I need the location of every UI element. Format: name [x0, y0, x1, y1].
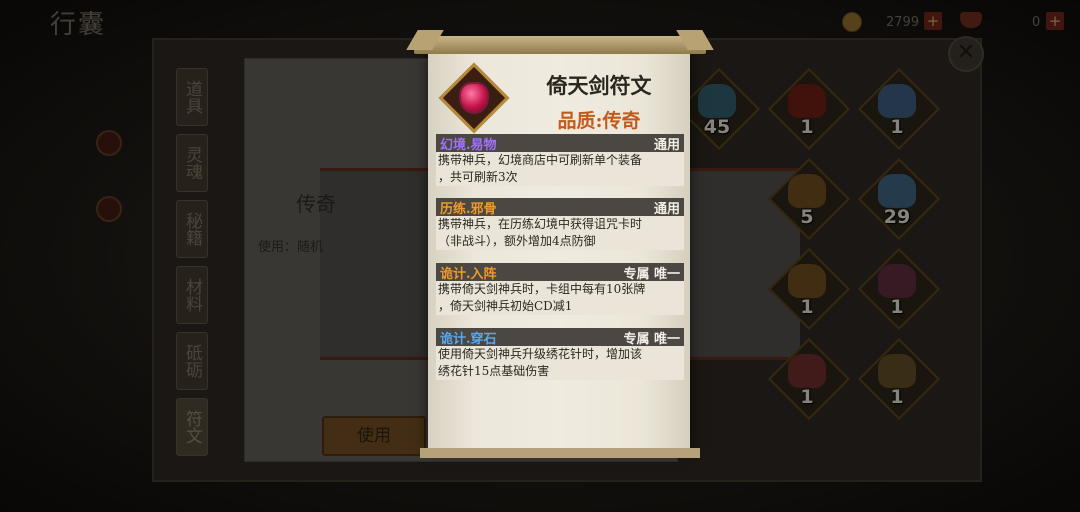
item-name: 倚天剑符文 — [546, 73, 652, 98]
item-quality: 品质:传奇 — [557, 110, 641, 132]
skill-header: 历练.邪骨 通用 — [436, 198, 684, 217]
skill-name: 历练.邪骨 — [440, 201, 497, 217]
skill-header: 幻境.易物 通用 — [436, 134, 684, 153]
skill-desc-line: 携带神兵，在历练幻境中获得诅咒卡时 — [438, 217, 643, 231]
skill-description: 携带倚天剑神兵时，卡组中每有10张牌 ，倚天剑神兵初始CD减1 — [436, 281, 684, 315]
skill-tag: 专属 唯一 — [623, 266, 680, 282]
rune-item-icon — [438, 62, 510, 134]
scroll-rod-top — [414, 36, 706, 54]
skill-description: 携带神兵，幻境商店中可刷新单个装备 ，共可刷新3次 — [436, 152, 684, 186]
skill-tag: 通用 — [653, 137, 680, 153]
skill-desc-line: ，倚天剑神兵初始CD减1 — [438, 299, 573, 313]
skill-header: 诡计.入阵 专属 唯一 — [436, 263, 684, 282]
skill-description: 使用倚天剑神兵升级绣花针时，增加该 绣花针15点基础伤害 — [436, 346, 684, 380]
skill-description: 携带神兵，在历练幻境中获得诅咒卡时 （非战斗），额外增加4点防御 — [436, 216, 684, 250]
skill-tag: 通用 — [653, 201, 680, 217]
skill-desc-line: ，共可刷新3次 — [438, 170, 518, 184]
skill-desc-line: 使用倚天剑神兵升级绣花针时，增加该 — [438, 347, 643, 361]
skill-desc-line: （非战斗），额外增加4点防御 — [438, 234, 596, 248]
skill-desc-line: 绣花针15点基础伤害 — [438, 364, 550, 378]
skill-header: 诡计.穿石 专属 唯一 — [436, 328, 684, 347]
skill-block: 诡计.入阵 专属 唯一 携带倚天剑神兵时，卡组中每有10张牌 ，倚天剑神兵初始C… — [436, 263, 684, 315]
skill-desc-line: 携带倚天剑神兵时，卡组中每有10张牌 — [438, 282, 646, 296]
skill-name: 诡计.入阵 — [440, 266, 497, 282]
skill-block: 诡计.穿石 专属 唯一 使用倚天剑神兵升级绣花针时，增加该 绣花针15点基础伤害 — [436, 328, 684, 380]
skill-desc-line: 携带神兵，幻境商店中可刷新单个装备 — [438, 153, 643, 167]
skill-name: 幻境.易物 — [440, 137, 497, 153]
skill-block: 历练.邪骨 通用 携带神兵，在历练幻境中获得诅咒卡时 （非战斗），额外增加4点防… — [436, 198, 684, 250]
skill-name: 诡计.穿石 — [440, 331, 497, 347]
gem-icon — [459, 82, 489, 114]
skill-block: 幻境.易物 通用 携带神兵，幻境商店中可刷新单个装备 ，共可刷新3次 — [436, 134, 684, 186]
skill-tag: 专属 唯一 — [623, 331, 680, 347]
scroll-rod-bottom — [420, 448, 700, 458]
